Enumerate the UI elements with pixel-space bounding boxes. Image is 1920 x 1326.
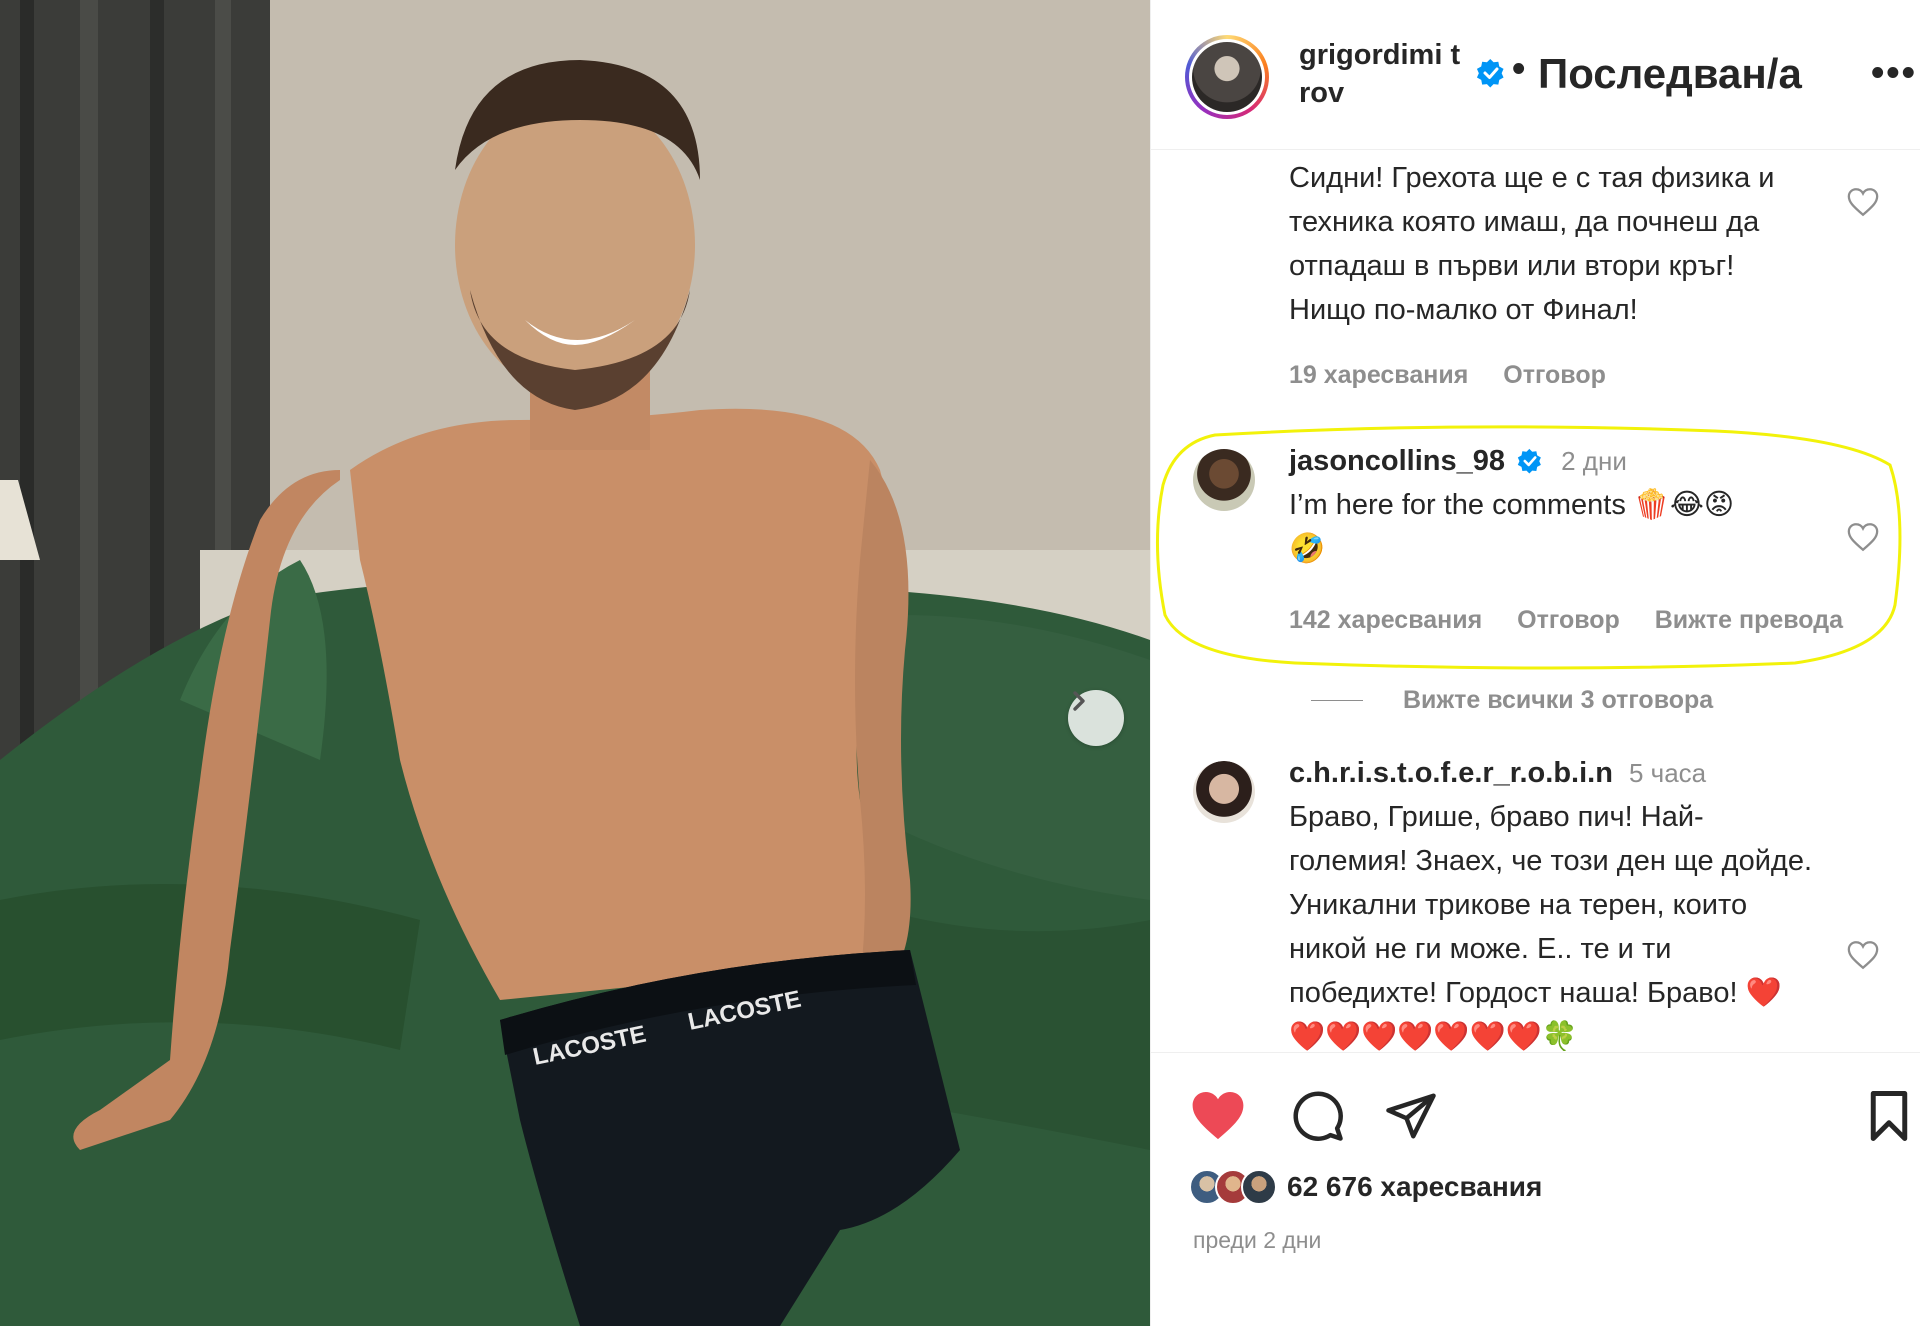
post-photo[interactable]: LACOSTE LACOSTE xyxy=(0,0,1150,1326)
comment-like-icon[interactable] xyxy=(1846,186,1880,218)
next-photo-button[interactable] xyxy=(1068,690,1124,746)
liker-avatar xyxy=(1241,1169,1277,1205)
comment-time[interactable]: 2 дни xyxy=(1561,446,1627,476)
header-separator: • xyxy=(1512,48,1526,90)
reply-button[interactable]: Отговор xyxy=(1503,361,1606,389)
photo-illustration: LACOSTE LACOSTE xyxy=(0,0,1150,1326)
likes-summary[interactable]: 62 676 харесвания xyxy=(1189,1169,1542,1205)
comment-like-icon[interactable] xyxy=(1846,939,1880,971)
comment-like-count[interactable]: 142 харесвания xyxy=(1289,606,1482,634)
verified-badge-icon xyxy=(1517,448,1541,474)
commenter-avatar[interactable] xyxy=(1193,449,1255,511)
likes-count[interactable]: 62 676 харесвания xyxy=(1287,1171,1542,1203)
follow-status-button[interactable]: Последван/а xyxy=(1538,50,1802,98)
author-username[interactable]: grigordimi trov xyxy=(1299,36,1469,112)
commenter-username[interactable]: jasoncollins_98 xyxy=(1289,445,1505,477)
view-replies-button[interactable]: Вижте всички 3 отговора xyxy=(1311,686,1713,715)
post-actions: 62 676 харесвания преди 2 дни xyxy=(1151,1052,1920,1326)
author-avatar[interactable] xyxy=(1185,35,1269,119)
post-sidebar: grigordimi trov • Последван/а ••• Сидни!… xyxy=(1150,0,1920,1326)
comment-text: I’m here for the comments 🍿😂😡 xyxy=(1289,489,1735,521)
heart-filled-icon[interactable] xyxy=(1189,1088,1247,1142)
view-replies-label: Вижте всички 3 отговора xyxy=(1403,686,1714,714)
comment-like-count[interactable]: 19 харесвания xyxy=(1289,361,1468,389)
commenter-avatar[interactable] xyxy=(1193,761,1255,823)
commenter-username[interactable]: c.h.r.i.s.t.o.f.e.r_r.o.b.i.n xyxy=(1289,757,1613,789)
more-options-icon[interactable]: ••• xyxy=(1871,52,1917,95)
comment-text: Браво, Грише, браво пич! Най-големия! Зн… xyxy=(1289,801,1813,1051)
comment-header: c.h.r.i.s.t.o.f.e.r_r.o.b.i.n 5 часа xyxy=(1289,751,1849,795)
comment-meta: 19 харесвания Отговор xyxy=(1289,361,1634,390)
comment-text-line2: 🤣 xyxy=(1289,533,1326,565)
post-time[interactable]: преди 2 дни xyxy=(1193,1227,1321,1254)
comment-meta: 142 харесвания Отговор Вижте превода xyxy=(1289,606,1871,635)
bookmark-icon[interactable] xyxy=(1866,1089,1912,1143)
comment-like-icon[interactable] xyxy=(1846,521,1880,553)
chevron-right-icon xyxy=(1073,691,1085,711)
verified-badge-icon xyxy=(1476,58,1504,88)
paper-plane-icon[interactable] xyxy=(1384,1089,1438,1143)
post-header: grigordimi trov • Последван/а ••• xyxy=(1151,0,1920,150)
comment-header: jasoncollins_98 2 дни xyxy=(1289,439,1849,483)
comment-text: Сидни! Грехота ще е с тая физика и техни… xyxy=(1289,162,1775,326)
see-translation-button[interactable]: Вижте превода xyxy=(1655,606,1843,634)
comments-list: Сидни! Грехота ще е с тая физика и техни… xyxy=(1151,151,1920,1051)
reply-button[interactable]: Отговор xyxy=(1517,606,1620,634)
comment-bubble-icon[interactable] xyxy=(1291,1089,1345,1143)
comment-time[interactable]: 5 часа xyxy=(1629,758,1706,788)
